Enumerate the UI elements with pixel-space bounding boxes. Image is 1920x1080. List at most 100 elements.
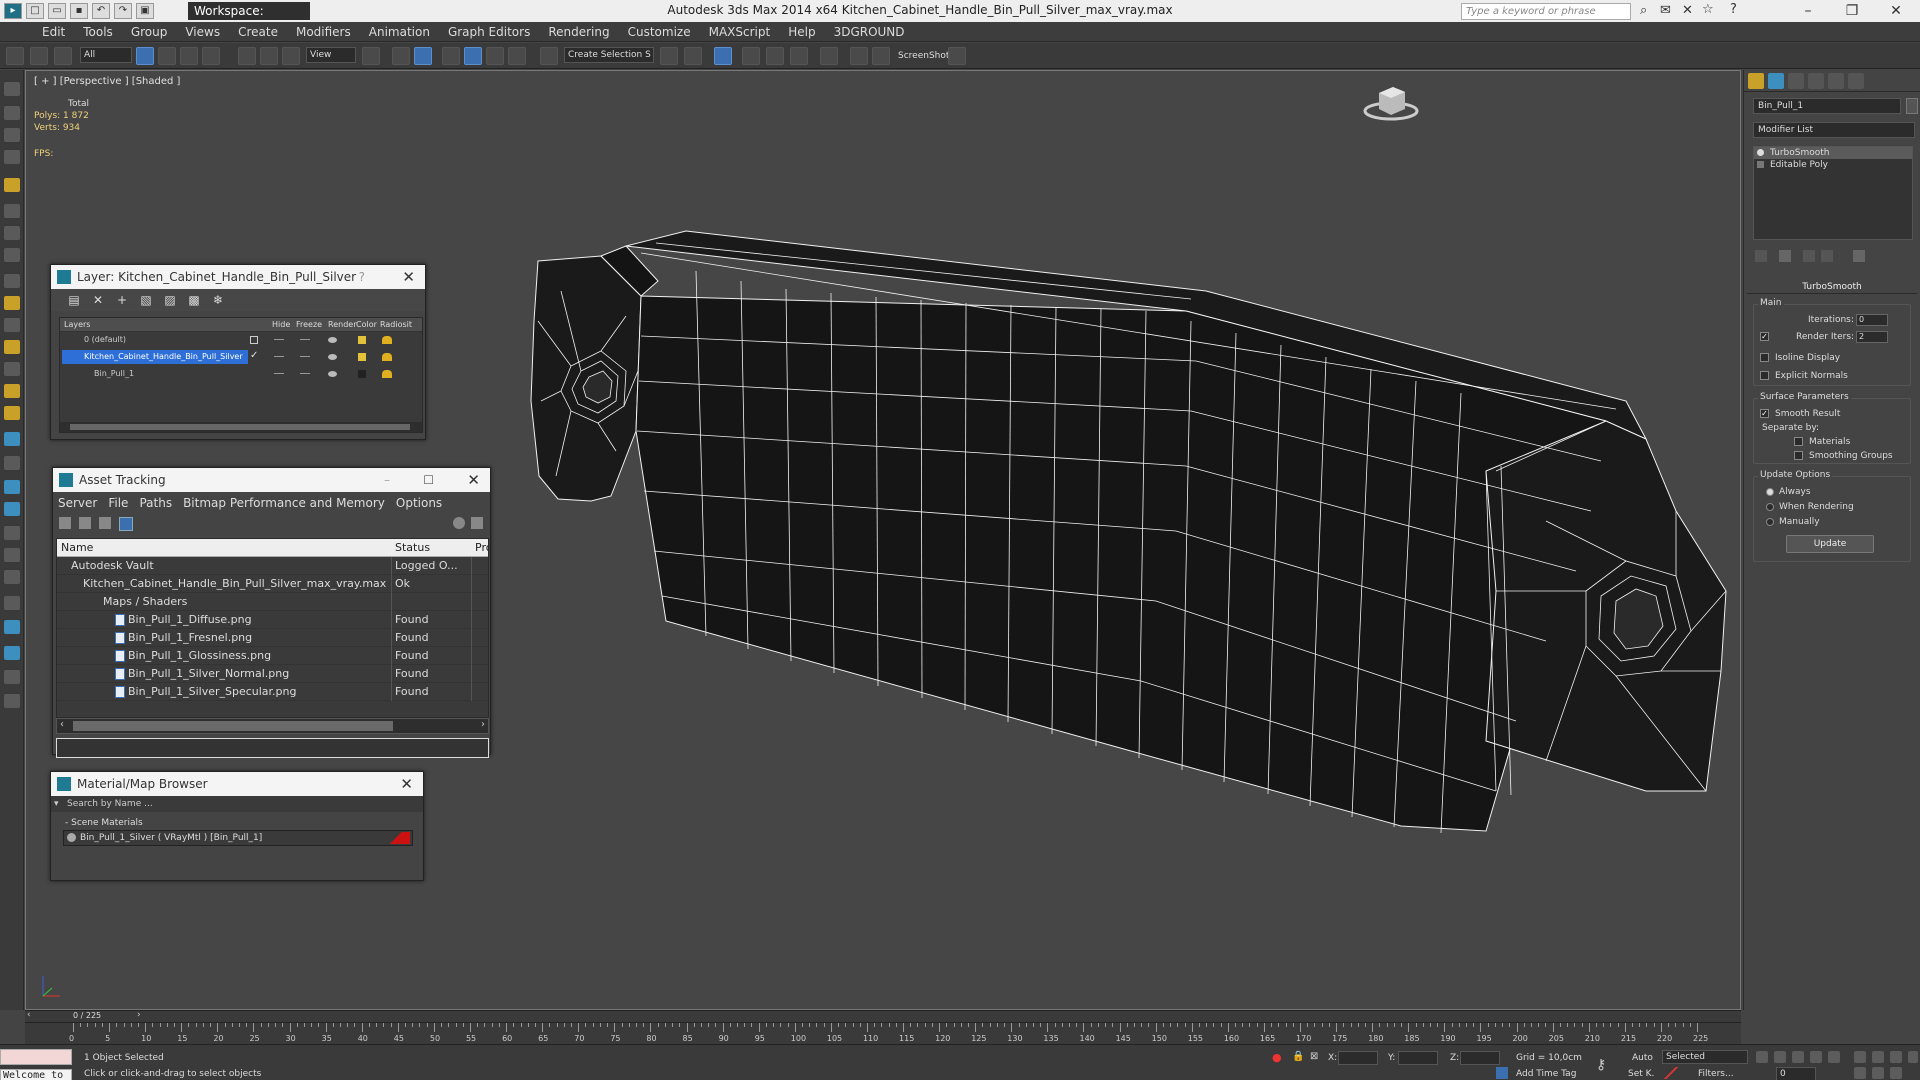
undo-icon[interactable]: ↶ xyxy=(92,3,110,19)
search-input[interactable]: Type a keyword or phrase xyxy=(1461,3,1631,20)
named-selection-dropdown[interactable]: Create Selection S xyxy=(564,47,654,63)
maxscript-mini-listener[interactable]: Welcome to xyxy=(0,1069,72,1080)
asset-row[interactable]: Bin_Pull_1_Silver_Normal.png Found xyxy=(57,665,488,683)
minimize-icon[interactable]: – xyxy=(1786,2,1830,20)
keyboard-shortcut-toggle-icon[interactable] xyxy=(414,47,432,65)
asset-row[interactable]: Autodesk Vault Logged O... xyxy=(57,557,488,575)
menu-create[interactable]: Create xyxy=(238,25,278,39)
asset-panel-titlebar[interactable]: Asset Tracking – ☐ ✕ xyxy=(53,468,490,492)
sphere-icon[interactable] xyxy=(4,318,20,332)
hide-all-icon[interactable]: ▩ xyxy=(187,293,201,307)
maximize-viewport-icon[interactable] xyxy=(1890,1051,1902,1063)
menu-rendering[interactable]: Rendering xyxy=(548,25,609,39)
edit-named-selection-icon[interactable] xyxy=(540,47,558,65)
smooth-result-checkbox[interactable]: ✓ xyxy=(1760,409,1769,418)
layer-name[interactable]: 0 (default) xyxy=(62,333,248,347)
select-object-icon[interactable] xyxy=(136,47,154,65)
layer-name[interactable]: Kitchen_Cabinet_Handle_Bin_Pull_Silver xyxy=(62,350,248,364)
asset-path-field[interactable] xyxy=(56,738,489,758)
play-icon[interactable] xyxy=(1792,1051,1804,1063)
configure-sets-icon[interactable] xyxy=(1853,250,1865,262)
material-panel-titlebar[interactable]: Material/Map Browser ✕ xyxy=(51,772,423,796)
menu-customize[interactable]: Customize xyxy=(628,25,691,39)
grid-icon[interactable] xyxy=(4,150,20,164)
render-teapot-icon[interactable] xyxy=(328,371,337,377)
particles-icon[interactable] xyxy=(4,480,20,494)
settings-icon[interactable] xyxy=(471,517,483,529)
bind-space-warp-icon[interactable] xyxy=(54,47,72,65)
always-radio[interactable] xyxy=(1766,487,1774,496)
time-slider[interactable]: ‹ 0 / 225 › xyxy=(25,1010,1741,1022)
add-time-tag[interactable]: Add Time Tag xyxy=(1516,1069,1576,1079)
col-color[interactable]: Color xyxy=(356,320,377,329)
menu-maxscript[interactable]: MAXScript xyxy=(709,25,771,39)
new-file-icon[interactable]: □ xyxy=(26,3,44,19)
graphite-ribbon-icon[interactable] xyxy=(742,47,760,65)
col-status[interactable]: Status xyxy=(395,541,430,554)
col-layers[interactable]: Layers xyxy=(64,320,90,329)
rotate-icon[interactable] xyxy=(260,47,278,65)
stack-item-editable-poly[interactable]: Editable Poly xyxy=(1754,159,1912,171)
curve-editor-icon[interactable] xyxy=(766,47,784,65)
orbit-icon[interactable] xyxy=(1872,1067,1884,1079)
layer-color-swatch[interactable] xyxy=(358,370,366,378)
isolate-selection-icon[interactable]: ● xyxy=(1272,1051,1282,1064)
wrench-icon[interactable] xyxy=(4,570,20,584)
save-file-icon[interactable]: ▪ xyxy=(70,3,88,19)
scene-materials-group[interactable]: - Scene Materials xyxy=(51,816,423,830)
render-iters-spinner[interactable]: 2 xyxy=(1856,331,1888,343)
rectangular-selection-icon[interactable] xyxy=(180,47,198,65)
select-manipulate-icon[interactable] xyxy=(392,47,410,65)
iterations-spinner[interactable]: 0 xyxy=(1856,314,1888,326)
align-icon[interactable] xyxy=(684,47,702,65)
motion-tab-icon[interactable] xyxy=(1808,73,1824,89)
current-frame-field[interactable]: 0 xyxy=(1776,1067,1816,1080)
always-row[interactable]: Always xyxy=(1766,487,1811,497)
key-icon[interactable]: ⚷ xyxy=(1596,1057,1606,1073)
asset-menu-options[interactable]: Options xyxy=(396,492,442,514)
field-of-view-icon[interactable] xyxy=(1908,1051,1918,1063)
menu-tools[interactable]: Tools xyxy=(83,25,113,39)
manually-radio[interactable] xyxy=(1766,517,1774,526)
pan-icon[interactable] xyxy=(1854,1067,1866,1079)
open-file-icon[interactable]: ▭ xyxy=(48,3,66,19)
when-rendering-row[interactable]: When Rendering xyxy=(1766,502,1854,512)
cone-icon[interactable] xyxy=(4,362,20,376)
smoothing-groups-checkbox[interactable] xyxy=(1794,451,1803,460)
smoothing-groups-row[interactable]: Smoothing Groups xyxy=(1794,451,1893,461)
expand-icon[interactable] xyxy=(1757,161,1764,168)
set-key-mode-icon[interactable] xyxy=(1664,1067,1678,1079)
fluid-icon[interactable] xyxy=(4,502,20,516)
render-teapot-icon[interactable] xyxy=(328,354,337,360)
communication-icon[interactable]: ✉ xyxy=(1660,3,1671,18)
angle-snap-icon[interactable] xyxy=(464,47,482,65)
app-menu-icon[interactable]: ▸ xyxy=(4,3,22,19)
help-circle-icon[interactable] xyxy=(4,694,20,708)
layer-row[interactable]: Bin_Pull_1 xyxy=(60,366,422,383)
box-icon[interactable] xyxy=(4,274,20,288)
isoline-checkbox[interactable] xyxy=(1760,353,1769,362)
current-layer-checkbox[interactable] xyxy=(250,336,258,344)
asset-hscrollbar[interactable]: ‹ › xyxy=(56,718,489,734)
next-key-icon[interactable] xyxy=(1810,1051,1822,1063)
scroll-left-icon[interactable]: ‹ xyxy=(60,719,64,730)
create-layer-icon[interactable]: ▤ xyxy=(67,293,81,307)
move-icon[interactable] xyxy=(238,47,256,65)
manually-row[interactable]: Manually xyxy=(1766,517,1820,527)
walkthrough-icon[interactable] xyxy=(1890,1067,1902,1079)
set-key-button[interactable]: Set K. xyxy=(1628,1069,1654,1079)
add-to-layer-icon[interactable]: + xyxy=(115,293,129,307)
hair-icon[interactable] xyxy=(4,548,20,562)
layer-object-name[interactable]: Bin_Pull_1 xyxy=(62,367,248,381)
material-search-input[interactable]: ▾ Search by Name ... xyxy=(51,796,423,812)
menu-help[interactable]: Help xyxy=(788,25,815,39)
frame-counter[interactable]: 0 / 225 xyxy=(73,1011,101,1020)
menu-group[interactable]: Group xyxy=(131,25,168,39)
menu-animation[interactable]: Animation xyxy=(369,25,430,39)
create-tab-icon[interactable] xyxy=(1748,73,1764,89)
render-production-icon[interactable] xyxy=(948,47,966,65)
render-iters-checkbox[interactable]: ✓ xyxy=(1760,332,1769,341)
pivot-center-icon[interactable] xyxy=(362,47,380,65)
asset-row[interactable]: Bin_Pull_1_Diffuse.png Found xyxy=(57,611,488,629)
minimize-icon[interactable]: – xyxy=(384,468,390,492)
